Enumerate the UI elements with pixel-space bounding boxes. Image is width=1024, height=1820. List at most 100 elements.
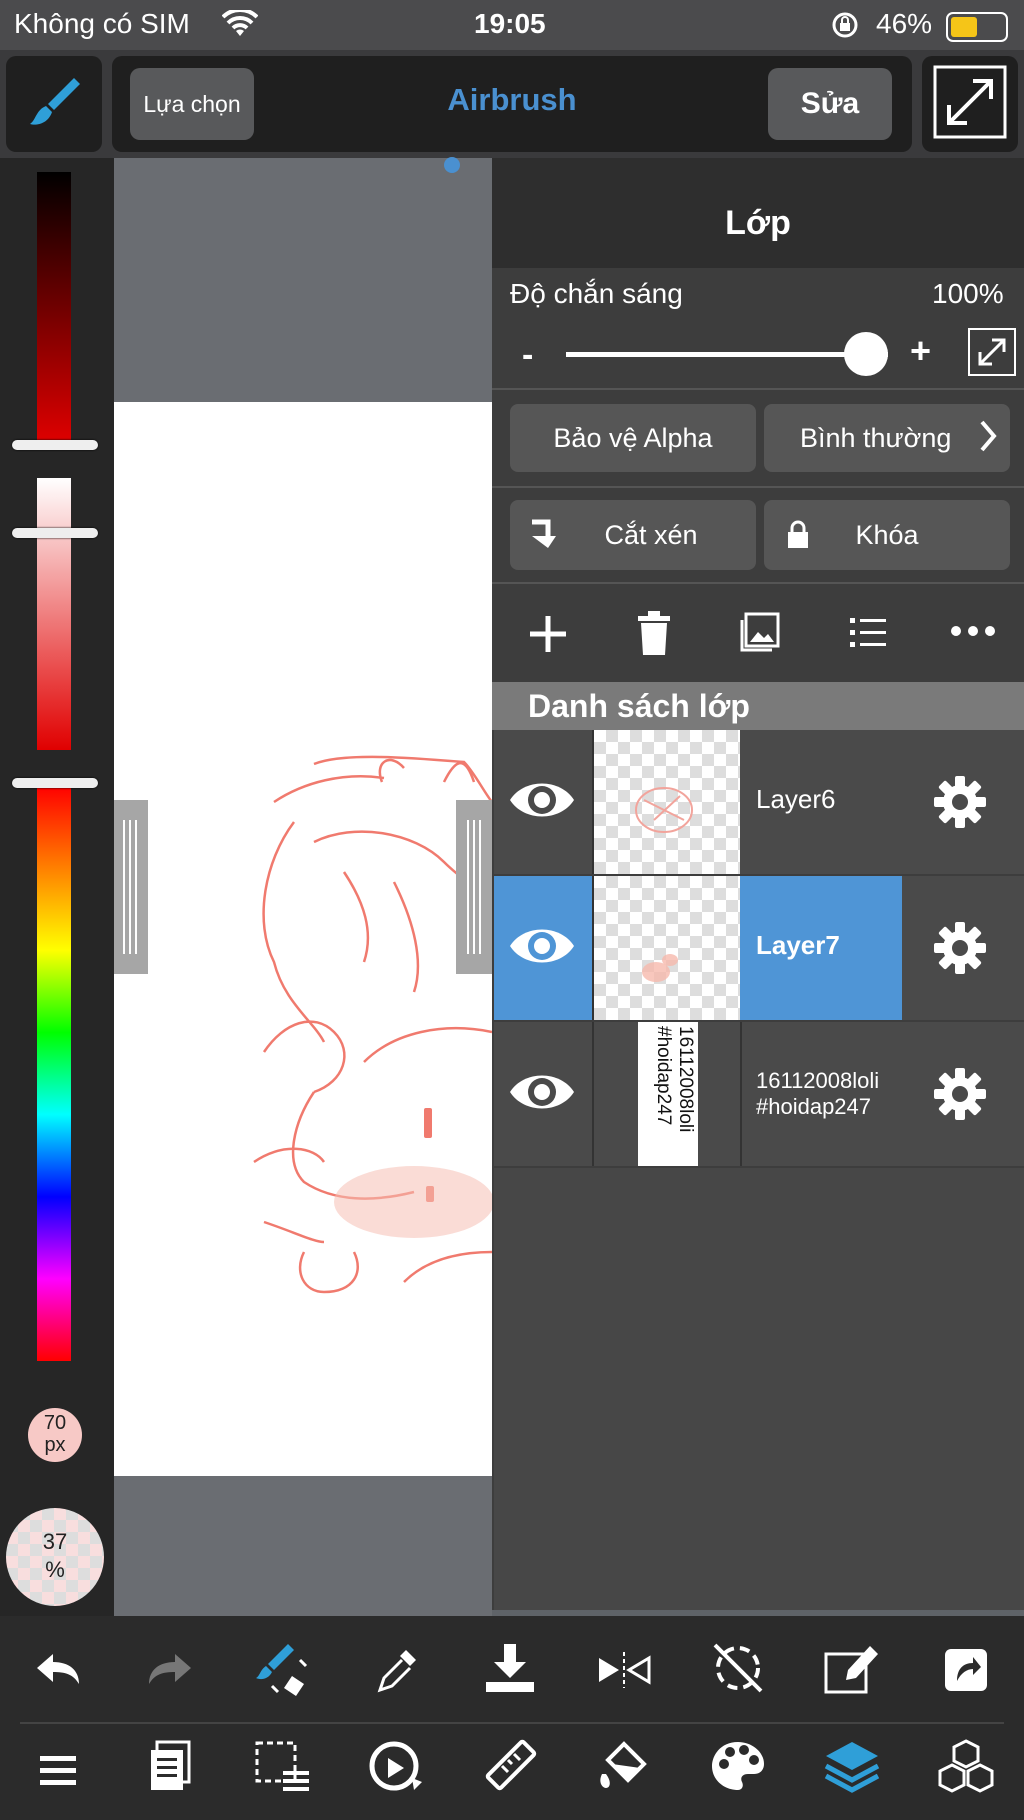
selection-button[interactable] (252, 1736, 312, 1796)
undo-icon (37, 1654, 79, 1684)
opacity-slider-thumb[interactable] (844, 332, 888, 376)
layer-name: 16112008loli #hoidap247 (756, 1068, 880, 1119)
layer-row[interactable]: Layer6 (494, 730, 1024, 874)
download-icon (486, 1644, 534, 1692)
transform-button[interactable] (366, 1736, 426, 1796)
ruler-button[interactable] (480, 1736, 540, 1796)
trash-icon (638, 611, 670, 655)
layer-settings-button[interactable] (932, 774, 988, 830)
add-layer-button[interactable] (526, 612, 570, 656)
alpha-protect-button[interactable]: Bảo vệ Alpha (510, 404, 756, 472)
expand-icon (978, 338, 1006, 366)
flip-button[interactable] (594, 1640, 654, 1700)
brightness-slider[interactable] (37, 172, 71, 444)
layer-visibility-toggle[interactable] (494, 1022, 594, 1166)
more-options-button[interactable] (950, 624, 996, 638)
blend-mode-label: Bình thường (800, 422, 952, 453)
chevron-right-icon (978, 418, 998, 461)
canvas-edit-button[interactable] (822, 1638, 882, 1698)
brush-tool-button[interactable] (6, 56, 102, 152)
rotate-lock-button[interactable] (708, 1638, 768, 1698)
ruler-icon (485, 1739, 537, 1791)
brush-icon (24, 72, 84, 137)
list-icon (850, 618, 886, 647)
layer-visibility-toggle[interactable] (494, 730, 594, 874)
paint-bucket-icon (600, 1741, 647, 1788)
layer-visibility-toggle[interactable] (494, 876, 594, 1020)
bottom-toolbar (0, 1616, 1024, 1820)
eye-icon (510, 1075, 574, 1109)
eyedropper-button[interactable] (368, 1640, 428, 1700)
layer-image-button[interactable] (738, 610, 782, 654)
gear-icon (934, 1068, 986, 1120)
pages-icon (151, 1740, 191, 1790)
brush-eraser-icon (256, 1644, 308, 1696)
layer-panel-header: Lớp (492, 158, 1024, 268)
layer-row[interactable]: 16112008loli #hoidap247 16112008loli #ho… (494, 1022, 1024, 1166)
fill-button[interactable] (594, 1736, 654, 1796)
eye-icon (510, 783, 574, 817)
lock-button[interactable]: Khóa (764, 500, 1010, 570)
saturation-handle[interactable] (12, 528, 98, 538)
color-palette-button[interactable] (708, 1736, 768, 1796)
redo-icon (149, 1654, 191, 1684)
layer-settings-button[interactable] (932, 920, 988, 976)
layers-icon (824, 1742, 880, 1793)
layer-settings-button[interactable] (932, 1066, 988, 1122)
redo-button[interactable] (140, 1640, 200, 1700)
brush-name[interactable]: Airbrush (332, 82, 692, 118)
color-sidebar: 70 px 37 % (0, 158, 114, 1616)
opacity-minus-button[interactable]: - (522, 336, 533, 375)
wifi-icon (221, 7, 259, 43)
brightness-handle[interactable] (12, 440, 98, 450)
delete-layer-button[interactable] (634, 610, 674, 656)
brush-opacity-indicator[interactable]: 37 % (6, 1508, 104, 1606)
drawing-canvas[interactable] (114, 402, 492, 1476)
brush-eraser-toggle-button[interactable] (252, 1640, 312, 1700)
opacity-label: Độ chắn sáng (510, 278, 683, 309)
share-button[interactable] (936, 1640, 996, 1700)
fullscreen-button[interactable] (922, 56, 1018, 152)
expand-icon (933, 65, 1007, 144)
carrier-label: Không có SIM (14, 8, 190, 39)
top-toolbar: Lựa chọn Airbrush Sửa (0, 50, 1024, 158)
select-button[interactable]: Lựa chọn (130, 68, 254, 140)
undo-button[interactable] (28, 1640, 88, 1700)
layers-button[interactable] (822, 1736, 882, 1796)
clipping-button[interactable]: Cắt xén (510, 500, 756, 570)
clock: 19:05 (474, 8, 546, 39)
battery-icon (946, 12, 1008, 42)
share-icon (945, 1649, 987, 1691)
materials-button[interactable] (936, 1736, 996, 1796)
left-grip-handle[interactable] (114, 800, 148, 974)
gear-icon (934, 922, 986, 974)
rotation-lock-icon (830, 10, 860, 45)
hue-slider[interactable] (37, 786, 71, 1361)
layer-name: Layer7 (756, 930, 840, 960)
clip-arrow-icon (528, 518, 556, 557)
pages-button[interactable] (140, 1736, 200, 1796)
no-rotate-icon (713, 1643, 763, 1693)
battery-percent: 46% (876, 8, 933, 39)
layer-thumbnail: 16112008loli #hoidap247 (594, 1022, 742, 1166)
menu-button[interactable] (28, 1740, 88, 1800)
transform-icon (369, 1741, 422, 1791)
ellipsis-icon (951, 626, 995, 636)
opacity-expand-button[interactable] (968, 328, 1016, 376)
download-button[interactable] (480, 1638, 540, 1698)
saturation-slider[interactable] (37, 478, 71, 750)
thumbnail-text: 16112008loli #hoidap247 (653, 1026, 696, 1133)
eye-icon (510, 929, 574, 963)
layer-list-button[interactable] (848, 614, 888, 650)
gear-icon (934, 776, 986, 828)
image-icon (740, 612, 780, 652)
blend-mode-button[interactable]: Bình thường (764, 404, 1010, 472)
brush-size-indicator[interactable]: 70 px (28, 1408, 82, 1462)
opacity-slider[interactable] (566, 352, 888, 357)
layer-thumbnail (594, 876, 740, 1020)
right-grip-handle[interactable] (456, 800, 492, 974)
edit-button[interactable]: Sửa (768, 68, 892, 140)
hue-handle[interactable] (12, 778, 98, 788)
opacity-plus-button[interactable]: + (910, 330, 931, 372)
layer-row-selected[interactable]: Layer7 (494, 876, 1024, 1020)
